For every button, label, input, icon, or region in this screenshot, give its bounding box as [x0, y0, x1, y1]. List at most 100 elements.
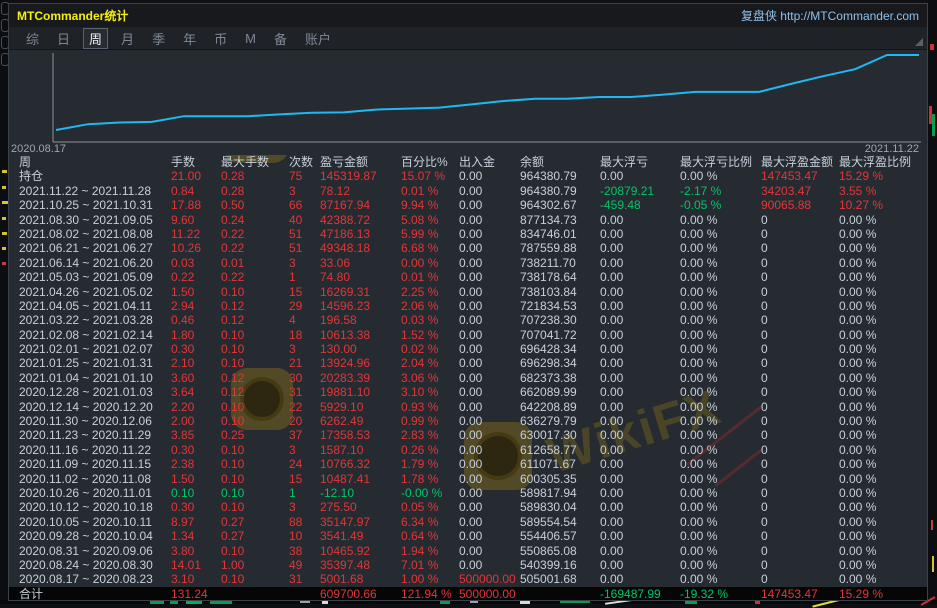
cell-11: 0.00 %: [839, 544, 927, 558]
cell-8: 0.00: [600, 486, 680, 500]
cell-0: 2021.02.08 ~ 2021.02.14: [9, 328, 171, 342]
table-row[interactable]: 2021.10.25 ~ 2021.10.3117.880.506687167.…: [9, 198, 927, 212]
cell-5: 0.99 %: [401, 414, 459, 428]
cell-7: 964380.79: [520, 184, 600, 198]
cell-8: 0.00: [600, 400, 680, 414]
cell-6: 0.00: [459, 443, 520, 457]
cell-9: 0.00 %: [680, 500, 761, 514]
table-row[interactable]: 2021.02.01 ~ 2021.02.070.300.103130.000.…: [9, 342, 927, 356]
cell-11: 0.00 %: [839, 313, 927, 327]
cell-11: 0.00 %: [839, 529, 927, 543]
table-row[interactable]: 2021.06.14 ~ 2021.06.200.030.01333.060.0…: [9, 256, 927, 270]
cell-1: 9.60: [171, 213, 221, 227]
cell-5: 1.78 %: [401, 472, 459, 486]
menu-item-yue[interactable]: 月: [112, 28, 143, 49]
table-row[interactable]: 2021.11.22 ~ 2021.11.280.840.28378.120.0…: [9, 184, 927, 198]
menu-item-zhou[interactable]: 周: [83, 28, 108, 49]
cell-11: 0.00 %: [839, 486, 927, 500]
resize-grip-icon[interactable]: [915, 38, 923, 46]
table-row[interactable]: 2021.05.03 ~ 2021.05.090.220.22174.800.0…: [9, 270, 927, 284]
table-row[interactable]: 2020.08.24 ~ 2020.08.3014.011.004935397.…: [9, 558, 927, 572]
cell-6: 0.00: [459, 313, 520, 327]
table-row[interactable]: 2020.08.17 ~ 2020.08.233.100.10315001.68…: [9, 572, 927, 586]
cell-1: 3.60: [171, 371, 221, 385]
cell-10: 0: [761, 241, 839, 255]
cell-5: 2.25 %: [401, 285, 459, 299]
table-row[interactable]: 2021.08.30 ~ 2021.09.059.600.244042388.7…: [9, 213, 927, 227]
cell-8: 0.00: [600, 414, 680, 428]
cell-10: 0: [761, 572, 839, 586]
menu-item-ji[interactable]: 季: [143, 28, 174, 49]
cell-5: 0.01 %: [401, 270, 459, 284]
cell-9: -0.05 %: [680, 198, 761, 212]
cell-0: 2021.04.26 ~ 2021.05.02: [9, 285, 171, 299]
cell-5: 3.10 %: [401, 385, 459, 399]
cell-8: 0.00: [600, 572, 680, 586]
menu-item-m[interactable]: M: [236, 30, 265, 47]
cell-5: 6.68 %: [401, 241, 459, 255]
table-row[interactable]: 2020.12.14 ~ 2020.12.202.200.10225929.10…: [9, 400, 927, 414]
table-row[interactable]: 2020.10.12 ~ 2020.10.180.300.103275.500.…: [9, 500, 927, 514]
cell-8: 0.00: [600, 457, 680, 471]
cell-11: 最大浮盈比例: [839, 155, 927, 169]
table-row[interactable]: 持仓21.000.2875145319.8715.07 %0.00964380.…: [9, 169, 927, 183]
table-row[interactable]: 2020.10.05 ~ 2020.10.118.970.278835147.9…: [9, 515, 927, 529]
cell-0: 2020.09.28 ~ 2020.10.04: [9, 529, 171, 543]
cell-4: 10465.92: [320, 544, 401, 558]
cell-1: 2.10: [171, 356, 221, 370]
cell-9: 0.00 %: [680, 299, 761, 313]
table-row[interactable]: 2020.11.30 ~ 2020.12.062.000.10206262.49…: [9, 414, 927, 428]
cell-2: 0.22: [221, 227, 289, 241]
cell-7: 738211.70: [520, 256, 600, 270]
table-row[interactable]: 2021.01.04 ~ 2021.01.103.600.123020283.3…: [9, 371, 927, 385]
cell-3: 49: [289, 558, 320, 572]
table-row[interactable]: 2021.02.08 ~ 2021.02.141.800.101810613.3…: [9, 328, 927, 342]
menu-item-zhanghu[interactable]: 账户: [296, 28, 340, 49]
cell-4: 78.12: [320, 184, 401, 198]
cell-8: 最大浮亏: [600, 155, 680, 169]
cell-4: 10766.32: [320, 457, 401, 471]
cell-7: 787559.88: [520, 241, 600, 255]
table-row[interactable]: 2021.06.21 ~ 2021.06.2710.260.225149348.…: [9, 241, 927, 255]
table-row[interactable]: 2020.09.28 ~ 2020.10.041.340.27103541.49…: [9, 529, 927, 543]
table-row[interactable]: 2021.08.02 ~ 2021.08.0811.220.225147186.…: [9, 227, 927, 241]
cell-8: 0.00: [600, 443, 680, 457]
cell-3: 3: [289, 500, 320, 514]
table-row[interactable]: 2020.10.26 ~ 2020.11.010.100.101-12.10-0…: [9, 486, 927, 500]
menu-item-nian[interactable]: 年: [174, 28, 205, 49]
table-row[interactable]: 2020.11.02 ~ 2020.11.081.500.101510487.4…: [9, 472, 927, 486]
table-row[interactable]: 2020.11.09 ~ 2020.11.152.380.102410766.3…: [9, 457, 927, 471]
cell-1: 3.10: [171, 572, 221, 586]
cell-6: 0.00: [459, 169, 520, 183]
cell-11: 0.00 %: [839, 515, 927, 529]
brand-link[interactable]: 复盘侠 http://MTCommander.com: [741, 7, 919, 24]
menu-item-bei[interactable]: 备: [265, 28, 296, 49]
cell-7: 738103.84: [520, 285, 600, 299]
cell-11: 0.00 %: [839, 256, 927, 270]
table-row[interactable]: 2021.01.25 ~ 2021.01.312.100.102113924.9…: [9, 356, 927, 370]
cell-4: 33.06: [320, 256, 401, 270]
cell-2: 0.10: [221, 356, 289, 370]
cell-0: 2021.10.25 ~ 2021.10.31: [9, 198, 171, 212]
table-row[interactable]: 2020.12.28 ~ 2021.01.033.640.123119881.1…: [9, 385, 927, 399]
cell-5: 百分比%: [401, 155, 459, 169]
table-row[interactable]: 2021.04.05 ~ 2021.04.112.940.122914596.2…: [9, 299, 927, 313]
cell-6: 0.00: [459, 486, 520, 500]
cell-5: 0.03 %: [401, 313, 459, 327]
table-row[interactable]: 2021.03.22 ~ 2021.03.280.460.124196.580.…: [9, 313, 927, 327]
table-row[interactable]: 2020.11.23 ~ 2020.11.293.850.253717358.5…: [9, 428, 927, 442]
table-row[interactable]: 2020.11.16 ~ 2020.11.220.300.1031587.100…: [9, 443, 927, 457]
menu-item-ri[interactable]: 日: [48, 28, 79, 49]
cell-8: -20879.21: [600, 184, 680, 198]
cell-11: 15.29 %: [839, 587, 927, 601]
cell-4: 130.00: [320, 342, 401, 356]
cell-4: 盈亏金额: [320, 155, 401, 169]
cell-1: 3.64: [171, 385, 221, 399]
menu-item-bi[interactable]: 币: [205, 28, 236, 49]
menu-item-zong[interactable]: 综: [17, 28, 48, 49]
title-bar[interactable]: MTCommander统计 复盘侠 http://MTCommander.com: [9, 4, 927, 27]
cell-10: 0: [761, 227, 839, 241]
table-row[interactable]: 2021.04.26 ~ 2021.05.021.500.101516269.3…: [9, 285, 927, 299]
table-row[interactable]: 2020.08.31 ~ 2020.09.063.800.103810465.9…: [9, 544, 927, 558]
cell-2: 0.10: [221, 443, 289, 457]
